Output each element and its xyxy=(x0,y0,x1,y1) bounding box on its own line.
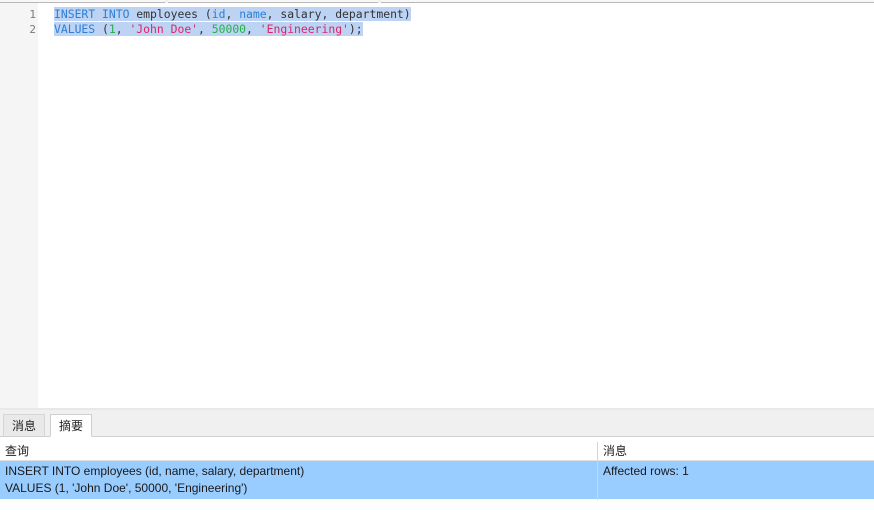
number-literal: 50000 xyxy=(211,22,247,36)
code-line-2[interactable]: VALUES (1, 'John Doe', 50000, 'Engineeri… xyxy=(54,22,363,37)
tab-summary[interactable]: 摘要 xyxy=(50,414,93,437)
query-line: INSERT INTO employees (id, name, salary,… xyxy=(5,464,305,478)
table-name-token: employees ( xyxy=(129,7,212,21)
selected-text: INSERT INTO employees (id, name, salary,… xyxy=(54,7,411,21)
columns-rest-token: , salary, department) xyxy=(266,7,411,21)
column-name-token: name xyxy=(239,7,267,21)
column-header-query[interactable]: 查询 xyxy=(0,442,597,460)
sql-editor[interactable]: 1 2 INSERT INTO employees (id, name, sal… xyxy=(0,3,874,408)
keyword-insert: INSERT xyxy=(54,7,96,21)
string-literal: 'Engineering' xyxy=(259,22,349,36)
keyword-into: INTO xyxy=(102,7,130,21)
code-separator: , xyxy=(246,22,260,36)
string-literal: 'John Doe' xyxy=(129,22,199,36)
line-number-gutter: 1 2 xyxy=(0,3,38,408)
column-header-message[interactable]: 消息 xyxy=(598,442,874,460)
code-line-1[interactable]: INSERT INTO employees (id, name, salary,… xyxy=(54,7,411,22)
column-id-token: id xyxy=(211,7,226,21)
tab-messages[interactable]: 消息 xyxy=(3,414,46,436)
selected-text: VALUES (1, 'John Doe', 50000, 'Engineeri… xyxy=(54,22,363,36)
line-number: 2 xyxy=(29,23,36,36)
result-tab-bar: 消息 摘要 xyxy=(0,410,874,437)
table-row[interactable]: INSERT INTO employees (id, name, salary,… xyxy=(0,461,874,499)
results-grid: 查询 消息 INSERT INTO employees (id, name, s… xyxy=(0,437,874,514)
code-separator: , xyxy=(198,22,212,36)
keyword-values: VALUES xyxy=(54,22,96,36)
number-literal: 1 xyxy=(108,22,116,36)
query-line: VALUES (1, 'John Doe', 50000, 'Engineeri… xyxy=(5,481,248,495)
query-cell[interactable]: INSERT INTO employees (id, name, salary,… xyxy=(0,461,597,499)
open-paren-token: ( xyxy=(95,22,109,36)
line-number: 1 xyxy=(29,8,36,21)
code-separator: , xyxy=(115,22,130,36)
code-separator: , xyxy=(225,7,240,21)
grid-header: 查询 消息 xyxy=(0,442,874,461)
close-paren-token: ); xyxy=(348,22,363,36)
message-cell[interactable]: Affected rows: 1 xyxy=(598,461,874,499)
column-separator[interactable] xyxy=(597,442,598,500)
